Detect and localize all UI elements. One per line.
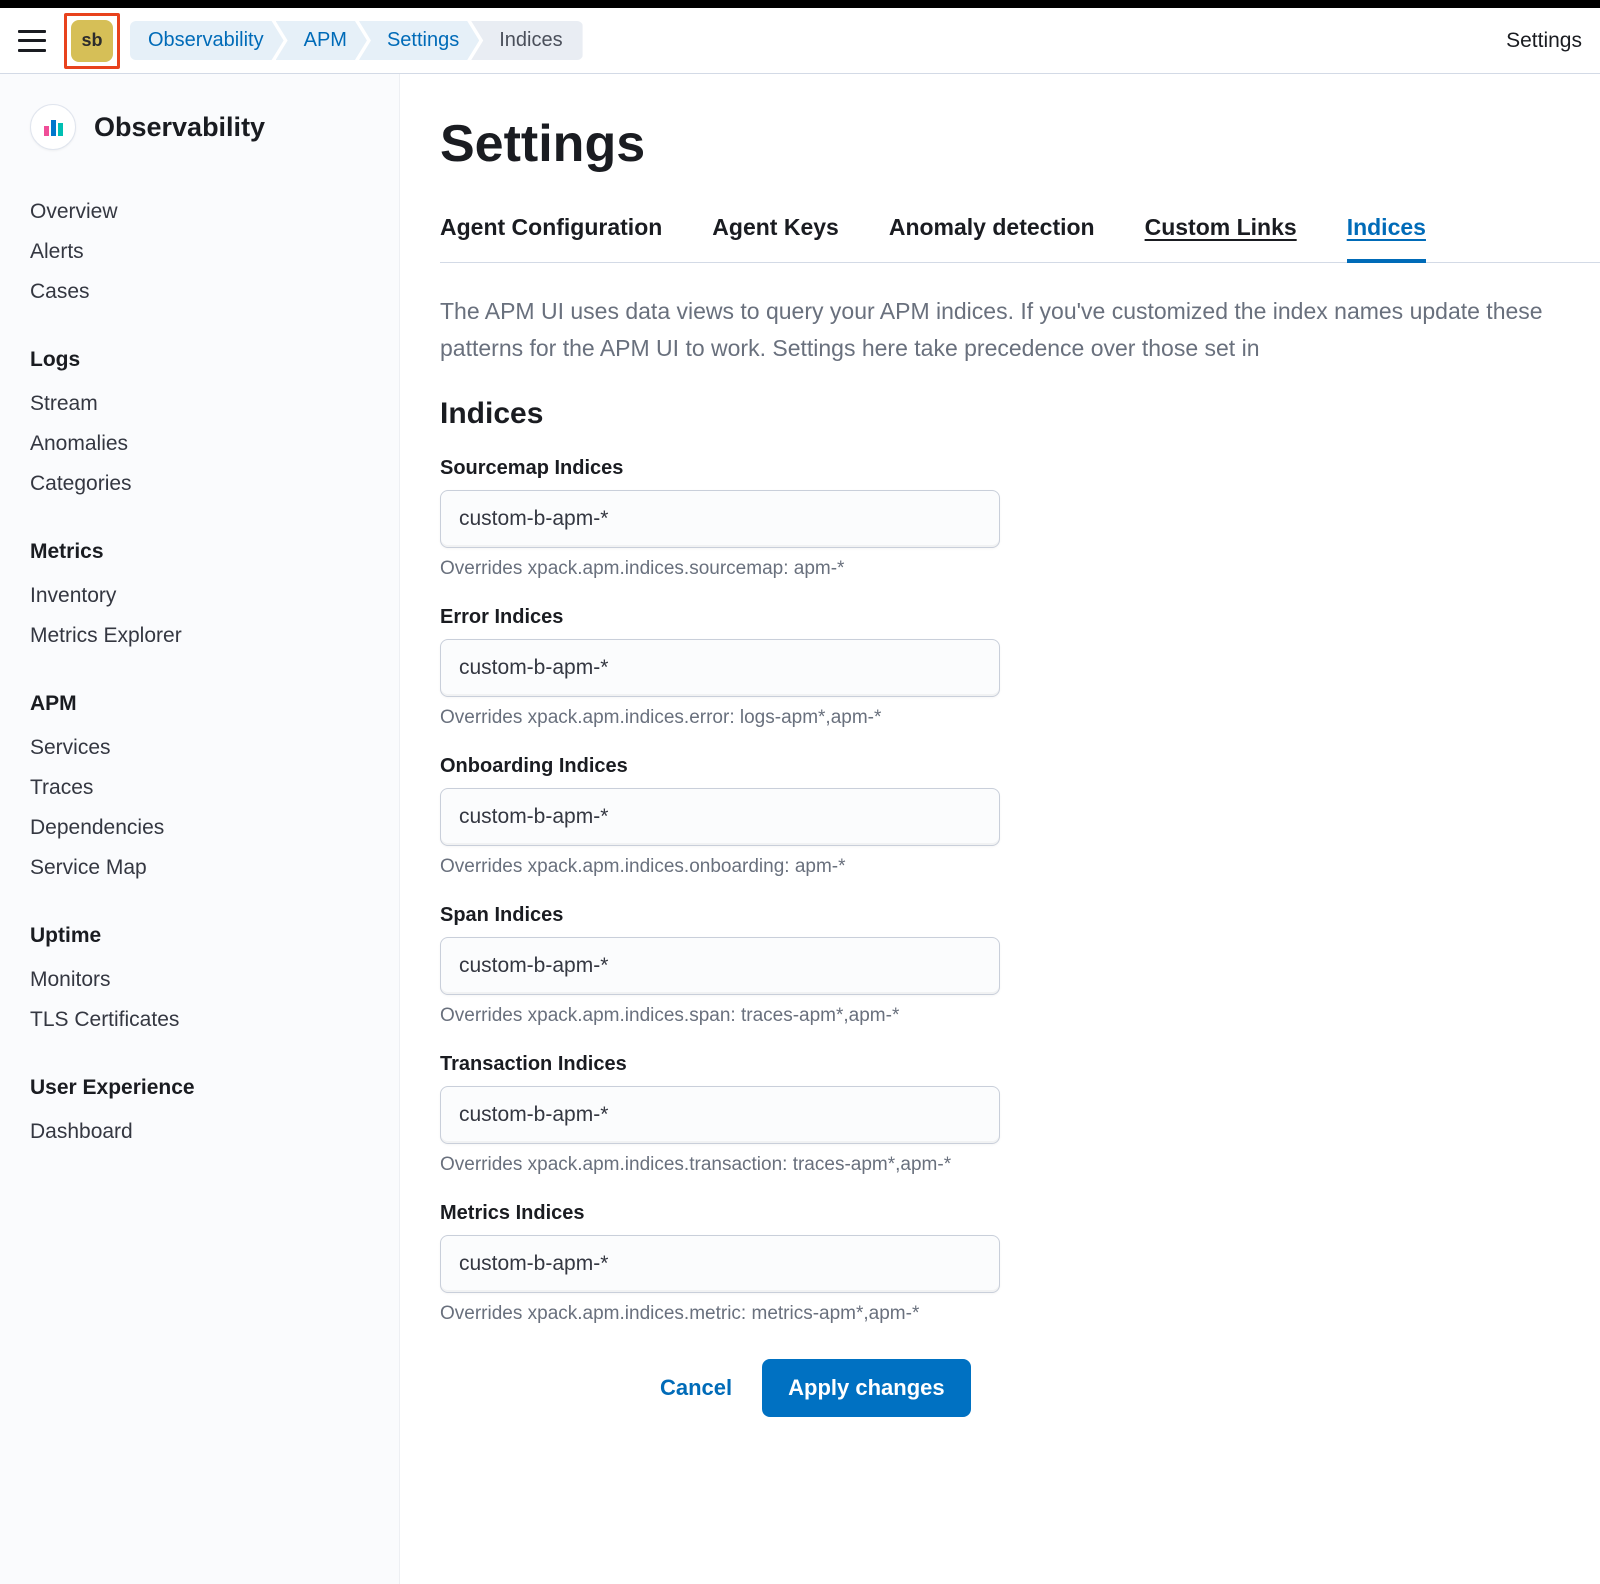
observability-icon bbox=[30, 104, 76, 150]
sidebar-item-services[interactable]: Services bbox=[30, 728, 399, 768]
field-metrics-indices: Metrics Indices Overrides xpack.apm.indic… bbox=[440, 1202, 1600, 1325]
page-description: The APM UI uses data views to query your… bbox=[440, 293, 1600, 367]
breadcrumb-settings[interactable]: Settings bbox=[359, 21, 479, 60]
page-title: Settings bbox=[440, 114, 1600, 174]
sidebar-item-dependencies[interactable]: Dependencies bbox=[30, 808, 399, 848]
sidebar-item-metrics-explorer[interactable]: Metrics Explorer bbox=[30, 616, 399, 656]
sidebar-item-alerts[interactable]: Alerts bbox=[30, 232, 399, 272]
space-selector-highlight: sb bbox=[64, 13, 120, 69]
sidebar: Observability OverviewAlertsCases Logs Str… bbox=[0, 74, 400, 1584]
sidebar-group-logs: Logs bbox=[30, 348, 399, 372]
sidebar-item-tls-certificates[interactable]: TLS Certificates bbox=[30, 1000, 399, 1040]
sidebar-group-uptime: Uptime bbox=[30, 924, 399, 948]
field-label: Error Indices bbox=[440, 606, 1600, 629]
header: sb ObservabilityAPMSettingsIndices Setti… bbox=[0, 8, 1600, 74]
field-help: Overrides xpack.apm.indices.metric: metr… bbox=[440, 1303, 1600, 1325]
tab-agent-keys[interactable]: Agent Keys bbox=[712, 214, 839, 262]
sidebar-item-categories[interactable]: Categories bbox=[30, 464, 399, 504]
tab-agent-configuration[interactable]: Agent Configuration bbox=[440, 214, 662, 262]
field-help: Overrides xpack.apm.indices.sourcemap: a… bbox=[440, 558, 1600, 580]
field-input-span-indices[interactable] bbox=[440, 937, 1000, 995]
topbar bbox=[0, 0, 1600, 8]
breadcrumb-observability[interactable]: Observability bbox=[130, 21, 284, 60]
field-input-error-indices[interactable] bbox=[440, 639, 1000, 697]
field-transaction-indices: Transaction Indices Overrides xpack.apm.i… bbox=[440, 1053, 1600, 1176]
sidebar-item-service-map[interactable]: Service Map bbox=[30, 848, 399, 888]
form-actions: Cancel Apply changes bbox=[660, 1359, 1600, 1417]
sidebar-item-dashboard[interactable]: Dashboard bbox=[30, 1112, 399, 1152]
field-help: Overrides xpack.apm.indices.error: logs-… bbox=[440, 707, 1600, 729]
cancel-button[interactable]: Cancel bbox=[660, 1375, 732, 1401]
field-input-transaction-indices[interactable] bbox=[440, 1086, 1000, 1144]
field-help: Overrides xpack.apm.indices.span: traces… bbox=[440, 1005, 1600, 1027]
settings-tabs: Agent Configuration Agent Keys Anomaly det… bbox=[440, 214, 1600, 263]
main-content: Settings Agent Configuration Agent Keys An… bbox=[400, 74, 1600, 1584]
menu-icon[interactable] bbox=[18, 30, 46, 52]
sidebar-item-cases[interactable]: Cases bbox=[30, 272, 399, 312]
field-label: Metrics Indices bbox=[440, 1202, 1600, 1225]
field-span-indices: Span Indices Overrides xpack.apm.indices.… bbox=[440, 904, 1600, 1027]
sidebar-item-inventory[interactable]: Inventory bbox=[30, 576, 399, 616]
field-input-sourcemap-indices[interactable] bbox=[440, 490, 1000, 548]
sidebar-item-stream[interactable]: Stream bbox=[30, 384, 399, 424]
tab-anomaly-detection[interactable]: Anomaly detection bbox=[889, 214, 1095, 262]
sidebar-item-anomalies[interactable]: Anomalies bbox=[30, 424, 399, 464]
field-sourcemap-indices: Sourcemap Indices Overrides xpack.apm.ind… bbox=[440, 457, 1600, 580]
field-label: Span Indices bbox=[440, 904, 1600, 927]
field-input-onboarding-indices[interactable] bbox=[440, 788, 1000, 846]
sidebar-group-apm: APM bbox=[30, 692, 399, 716]
field-error-indices: Error Indices Overrides xpack.apm.indices… bbox=[440, 606, 1600, 729]
tab-indices[interactable]: Indices bbox=[1347, 214, 1426, 263]
breadcrumbs: ObservabilityAPMSettingsIndices bbox=[130, 21, 1506, 60]
field-label: Transaction Indices bbox=[440, 1053, 1600, 1076]
tab-custom-links[interactable]: Custom Links bbox=[1145, 214, 1297, 262]
breadcrumb-indices: Indices bbox=[471, 21, 582, 60]
field-label: Sourcemap Indices bbox=[440, 457, 1600, 480]
field-onboarding-indices: Onboarding Indices Overrides xpack.apm.in… bbox=[440, 755, 1600, 878]
field-help: Overrides xpack.apm.indices.transaction:… bbox=[440, 1154, 1600, 1176]
sidebar-group-metrics: Metrics bbox=[30, 540, 399, 564]
space-selector[interactable]: sb bbox=[71, 20, 113, 62]
sidebar-title: Observability bbox=[94, 112, 265, 143]
sidebar-item-traces[interactable]: Traces bbox=[30, 768, 399, 808]
sidebar-group-user-experience: User Experience bbox=[30, 1076, 399, 1100]
field-input-metrics-indices[interactable] bbox=[440, 1235, 1000, 1293]
field-help: Overrides xpack.apm.indices.onboarding: … bbox=[440, 856, 1600, 878]
sidebar-item-monitors[interactable]: Monitors bbox=[30, 960, 399, 1000]
field-label: Onboarding Indices bbox=[440, 755, 1600, 778]
sidebar-item-overview[interactable]: Overview bbox=[30, 192, 399, 232]
settings-link[interactable]: Settings bbox=[1506, 29, 1582, 53]
breadcrumb-apm[interactable]: APM bbox=[276, 21, 367, 60]
section-title-indices: Indices bbox=[440, 397, 1600, 431]
apply-changes-button[interactable]: Apply changes bbox=[762, 1359, 970, 1417]
